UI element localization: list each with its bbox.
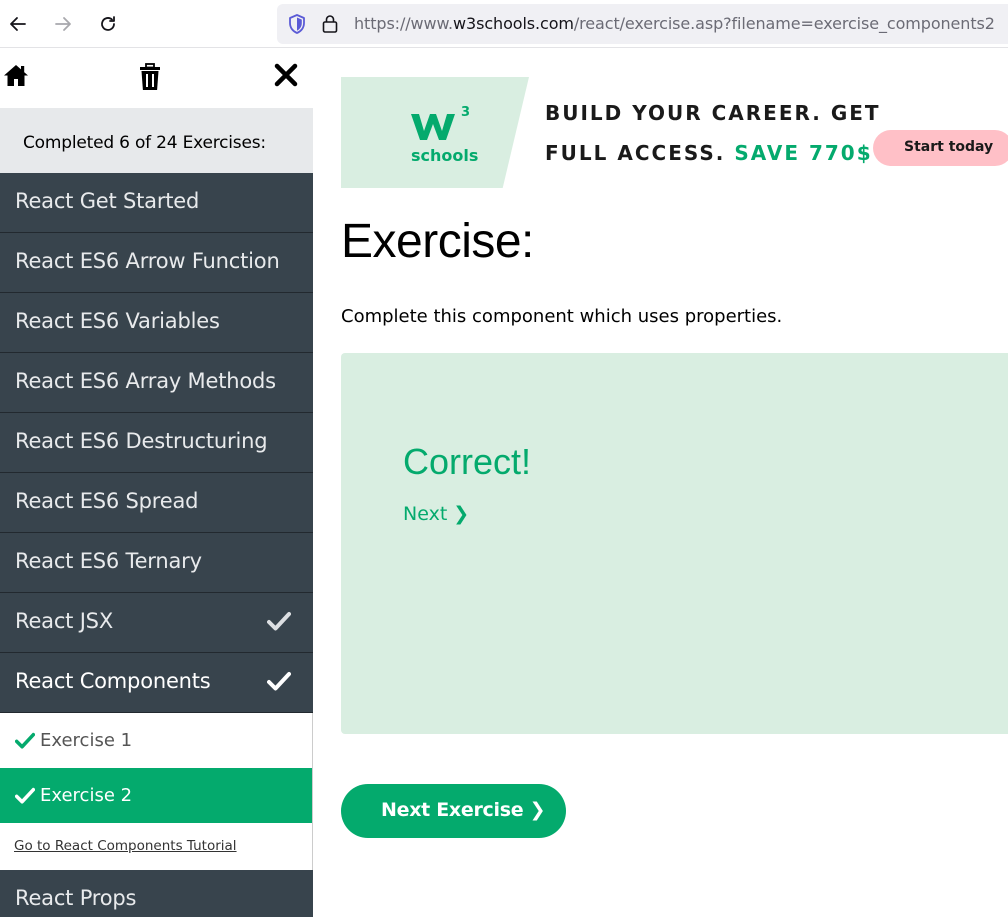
tutorial-link-row: Go to React Components Tutorial <box>0 823 312 870</box>
ad-headline-2: FULL ACCESS. SAVE 770$ <box>545 141 873 165</box>
result-next-link[interactable]: Next ❯ <box>403 503 469 525</box>
category-label: React Props <box>15 886 137 910</box>
browser-toolbar: https://www.w3schools.com/react/exercise… <box>0 0 1008 48</box>
exercise-item[interactable]: Exercise 1 <box>0 713 312 768</box>
category-item[interactable]: React ES6 Spread <box>0 473 313 533</box>
category-item[interactable]: React ES6 Arrow Function <box>0 233 313 293</box>
trash-icon[interactable] <box>138 62 162 96</box>
exercise-sidebar: Completed 6 of 24 Exercises: React Get S… <box>0 48 313 917</box>
checkmark-icon <box>267 611 291 635</box>
category-label: React ES6 Arrow Function <box>15 249 280 273</box>
category-item[interactable]: React JSX <box>0 593 313 653</box>
close-icon[interactable] <box>273 62 299 92</box>
exercise-label: Exercise 1 <box>40 730 133 751</box>
exercise-item-current[interactable]: Exercise 2 <box>0 768 312 823</box>
address-bar[interactable]: https://www.w3schools.com/react/exercise… <box>277 4 1008 44</box>
sidebar-toolbar <box>0 48 313 108</box>
category-item-active[interactable]: React Components <box>0 653 313 713</box>
tutorial-link[interactable]: Go to React Components Tutorial <box>14 838 237 854</box>
category-item[interactable]: React ES6 Destructuring <box>0 413 313 473</box>
next-exercise-button[interactable]: Next Exercise ❯ <box>341 784 566 838</box>
category-item[interactable]: React ES6 Array Methods <box>0 353 313 413</box>
forward-arrow-icon[interactable] <box>47 8 79 40</box>
lock-icon[interactable] <box>321 13 339 39</box>
back-arrow-icon[interactable] <box>2 8 34 40</box>
ad-banner[interactable]: 3 schools BUILD YOUR CAREER. GET FULL AC… <box>341 77 1008 188</box>
category-label: React JSX <box>15 609 114 633</box>
checkmark-icon <box>14 787 36 808</box>
result-title: Correct! <box>403 441 532 482</box>
reload-icon[interactable] <box>92 8 124 40</box>
progress-summary: Completed 6 of 24 Exercises: <box>0 108 313 173</box>
category-item[interactable]: React ES6 Variables <box>0 293 313 353</box>
page-title: Exercise: <box>341 215 534 268</box>
category-label: React ES6 Array Methods <box>15 369 276 393</box>
progress-text: Completed 6 of 24 Exercises: <box>23 133 266 153</box>
exercise-sublist: Exercise 1 Exercise 2 Go to React Compon… <box>0 713 313 870</box>
result-panel: Correct! Next ❯ <box>341 353 1008 734</box>
url-text: https://www.w3schools.com/react/exercise… <box>354 14 995 33</box>
category-label: React Get Started <box>15 189 200 213</box>
category-label: React Components <box>15 669 211 693</box>
category-label: React ES6 Destructuring <box>15 429 268 453</box>
category-item[interactable]: React Get Started <box>0 173 313 233</box>
shield-icon[interactable] <box>287 13 307 39</box>
checkmark-icon <box>267 671 291 695</box>
ad-logo-text: schools <box>411 146 479 165</box>
category-list: React Get Started React ES6 Arrow Functi… <box>0 173 313 917</box>
category-item[interactable]: React Props <box>0 870 313 917</box>
svg-text:3: 3 <box>461 105 470 120</box>
category-item[interactable]: React ES6 Ternary <box>0 533 313 593</box>
w3schools-logo: 3 <box>409 104 475 148</box>
start-today-button[interactable]: Start today <box>873 130 1008 166</box>
category-label: React ES6 Variables <box>15 309 220 333</box>
category-label: React ES6 Spread <box>15 489 199 513</box>
home-icon[interactable] <box>2 62 30 92</box>
ad-headline-1: BUILD YOUR CAREER. GET <box>545 101 881 125</box>
category-label: React ES6 Ternary <box>15 549 202 573</box>
exercise-label: Exercise 2 <box>40 785 133 806</box>
exercise-description: Complete this component which uses prope… <box>341 306 783 327</box>
checkmark-icon <box>14 732 36 753</box>
